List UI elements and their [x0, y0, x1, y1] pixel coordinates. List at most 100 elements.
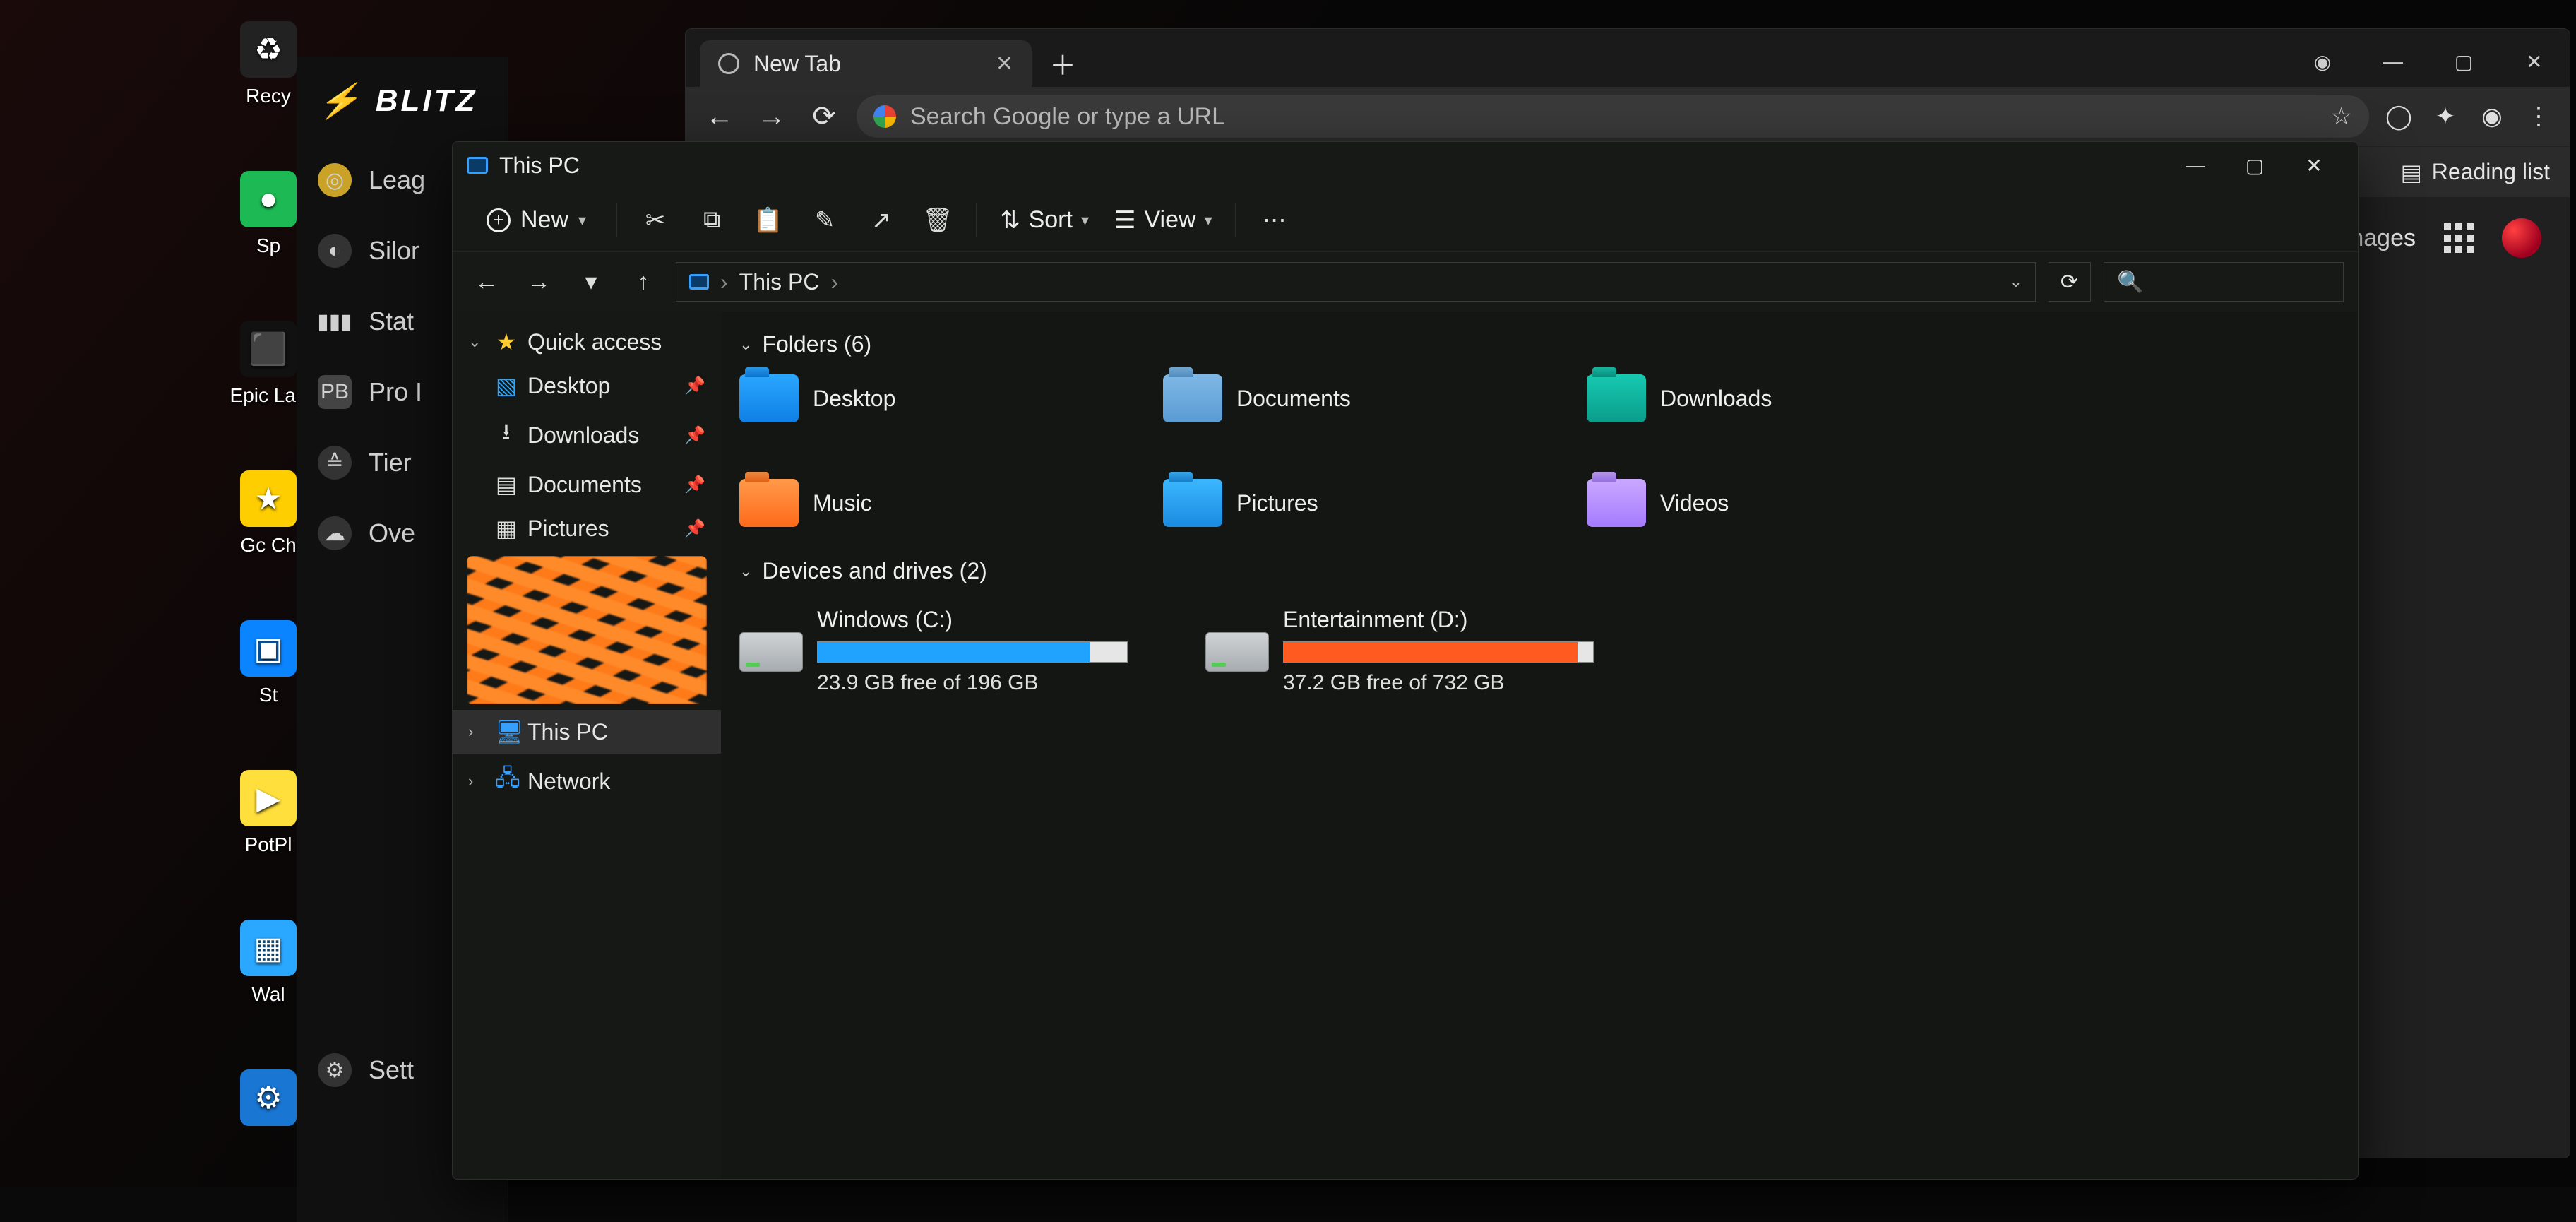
omnibox[interactable]: Search Google or type a URL ☆: [857, 95, 2369, 138]
download-icon: ⭳: [495, 416, 518, 454]
forward-button[interactable]: →: [752, 97, 792, 136]
new-button[interactable]: + New ▾: [470, 199, 603, 241]
new-tab-button[interactable]: ＋: [1044, 45, 1081, 81]
minimize-button[interactable]: —: [2358, 36, 2428, 87]
folder-icon: [1163, 479, 1222, 527]
folder-icon: [1587, 479, 1646, 527]
nav-quick-access[interactable]: ⌄ ★ Quick access: [453, 320, 721, 364]
blitz-logo[interactable]: ⚡ BLITZ: [297, 57, 508, 145]
reading-list-icon: ▤: [2401, 159, 2422, 186]
nav-history-dropdown[interactable]: ▾: [571, 262, 611, 302]
maximize-button[interactable]: ▢: [2428, 36, 2499, 87]
group-folders-header[interactable]: ⌄ Folders (6): [735, 321, 2344, 367]
pin-icon[interactable]: 📌: [684, 518, 705, 539]
explorer-maximize-button[interactable]: ▢: [2225, 144, 2284, 186]
google-apps-icon[interactable]: [2444, 223, 2474, 253]
share-icon[interactable]: ↗: [856, 199, 907, 242]
more-icon[interactable]: ⋯: [1249, 199, 1300, 242]
pin-icon[interactable]: 📌: [684, 376, 705, 396]
network-icon: 🖧: [495, 762, 518, 800]
close-tab-icon[interactable]: ✕: [996, 52, 1013, 76]
sort-button[interactable]: ⇅ Sort ▾: [990, 206, 1099, 235]
folder-icon: [1163, 374, 1222, 422]
window-title: This PC: [499, 153, 580, 179]
close-window-button[interactable]: ✕: [2499, 36, 2570, 87]
plus-icon: +: [487, 208, 511, 232]
cut-icon[interactable]: ✂: [630, 199, 681, 242]
nav-forward-button[interactable]: →: [519, 262, 559, 302]
chevron-right-icon[interactable]: ›: [468, 723, 485, 741]
folder-music[interactable]: Music: [739, 479, 1107, 527]
drive-c[interactable]: Windows (C:) 23.9 GB free of 196 GB: [739, 607, 1156, 695]
command-bar: + New ▾ ✂ ⧉ 📋 ✎ ↗ 🗑 ⇅ Sort ▾ ☰ View ▾ ⋯: [453, 189, 2358, 252]
copy-icon[interactable]: ⧉: [686, 199, 737, 242]
folder-pictures[interactable]: Pictures: [1163, 479, 1530, 527]
explorer-titlebar[interactable]: This PC — ▢ ✕: [453, 142, 2358, 189]
browser-tab[interactable]: New Tab ✕: [700, 40, 1032, 87]
account-avatar-icon[interactable]: [2502, 218, 2541, 258]
tab-title: New Tab: [753, 51, 841, 77]
reload-button[interactable]: ⟳: [804, 97, 844, 136]
chevron-right-icon[interactable]: ›: [468, 772, 485, 790]
profile-pill-icon[interactable]: ◉: [2287, 36, 2358, 87]
extensions-puzzle-icon[interactable]: ✦: [2428, 100, 2462, 134]
folder-videos[interactable]: Videos: [1587, 479, 1954, 527]
pin-icon[interactable]: 📌: [684, 425, 705, 446]
nav-desktop[interactable]: ▧Desktop📌: [453, 364, 721, 408]
chevron-down-icon[interactable]: ⌄: [2010, 273, 2022, 291]
back-button[interactable]: ←: [700, 97, 739, 136]
extension-icon[interactable]: ◯: [2382, 100, 2416, 134]
explorer-minimize-button[interactable]: —: [2166, 144, 2225, 186]
breadcrumb-segment[interactable]: This PC: [739, 269, 820, 295]
this-pc-icon: [689, 274, 709, 290]
star-icon: ★: [495, 328, 518, 355]
nav-downloads[interactable]: ⭳Downloads📌: [453, 408, 721, 463]
this-pc-icon: 🖥: [495, 718, 518, 745]
address-bar[interactable]: › This PC › ⌄: [676, 262, 2036, 302]
group-drives-header[interactable]: ⌄ Devices and drives (2): [735, 548, 2344, 594]
pictures-icon: ▦: [495, 515, 518, 542]
globe-icon: [718, 53, 739, 74]
chevron-down-icon[interactable]: ⌄: [468, 333, 485, 351]
paste-icon[interactable]: 📋: [743, 199, 794, 242]
search-box[interactable]: 🔍: [2104, 262, 2344, 302]
chevron-down-icon: ▾: [1081, 211, 1089, 230]
nav-back-button[interactable]: ←: [467, 262, 506, 302]
rename-icon[interactable]: ✎: [799, 199, 850, 242]
delete-icon[interactable]: 🗑: [912, 199, 963, 242]
tab-strip: New Tab ✕ ＋ ◉ — ▢ ✕: [686, 29, 2570, 87]
chevron-down-icon: ⌄: [739, 336, 752, 354]
chrome-menu-icon[interactable]: ⋮: [2522, 100, 2556, 134]
nav-network[interactable]: ›🖧Network: [453, 754, 721, 809]
folder-desktop[interactable]: Desktop: [739, 374, 1107, 422]
sort-icon: ⇅: [1000, 206, 1020, 235]
folder-icon: [1587, 374, 1646, 422]
drive-d[interactable]: Entertainment (D:) 37.2 GB free of 732 G…: [1205, 607, 1622, 695]
drive-icon: [1205, 632, 1269, 672]
nav-documents[interactable]: ▤Documents📌: [453, 463, 721, 506]
usage-bar: [1283, 641, 1594, 663]
document-icon: ▤: [495, 471, 518, 498]
chevron-down-icon: ⌄: [739, 562, 752, 581]
explorer-close-button[interactable]: ✕: [2284, 144, 2344, 186]
bookmark-star-icon[interactable]: ☆: [2331, 102, 2352, 131]
bolt-icon: ⚡: [318, 81, 363, 121]
nav-pictures[interactable]: ▦Pictures📌: [453, 506, 721, 550]
view-button[interactable]: ☰ View ▾: [1104, 206, 1222, 235]
reading-list-button[interactable]: ▤Reading list: [2401, 159, 2550, 186]
folder-documents[interactable]: Documents: [1163, 374, 1530, 422]
usage-bar: [817, 641, 1128, 663]
view-icon: ☰: [1114, 206, 1135, 235]
omnibox-placeholder: Search Google or type a URL: [910, 103, 1225, 131]
nav-row: ← → ▾ ↑ › This PC › ⌄ ⟳ 🔍: [453, 252, 2358, 312]
folder-icon: [739, 479, 799, 527]
content-view: ⌄ Folders (6) Desktop Documents Download…: [721, 312, 2358, 1179]
extension-spider-icon[interactable]: ◉: [2475, 100, 2509, 134]
chevron-down-icon: ▾: [1205, 211, 1212, 230]
nav-this-pc[interactable]: ›🖥This PC: [453, 710, 721, 754]
nav-up-button[interactable]: ↑: [624, 262, 663, 302]
refresh-button[interactable]: ⟳: [2049, 262, 2091, 302]
window-controls: ◉ — ▢ ✕: [2287, 36, 2570, 87]
pin-icon[interactable]: 📌: [684, 475, 705, 495]
folder-downloads[interactable]: Downloads: [1587, 374, 1954, 422]
